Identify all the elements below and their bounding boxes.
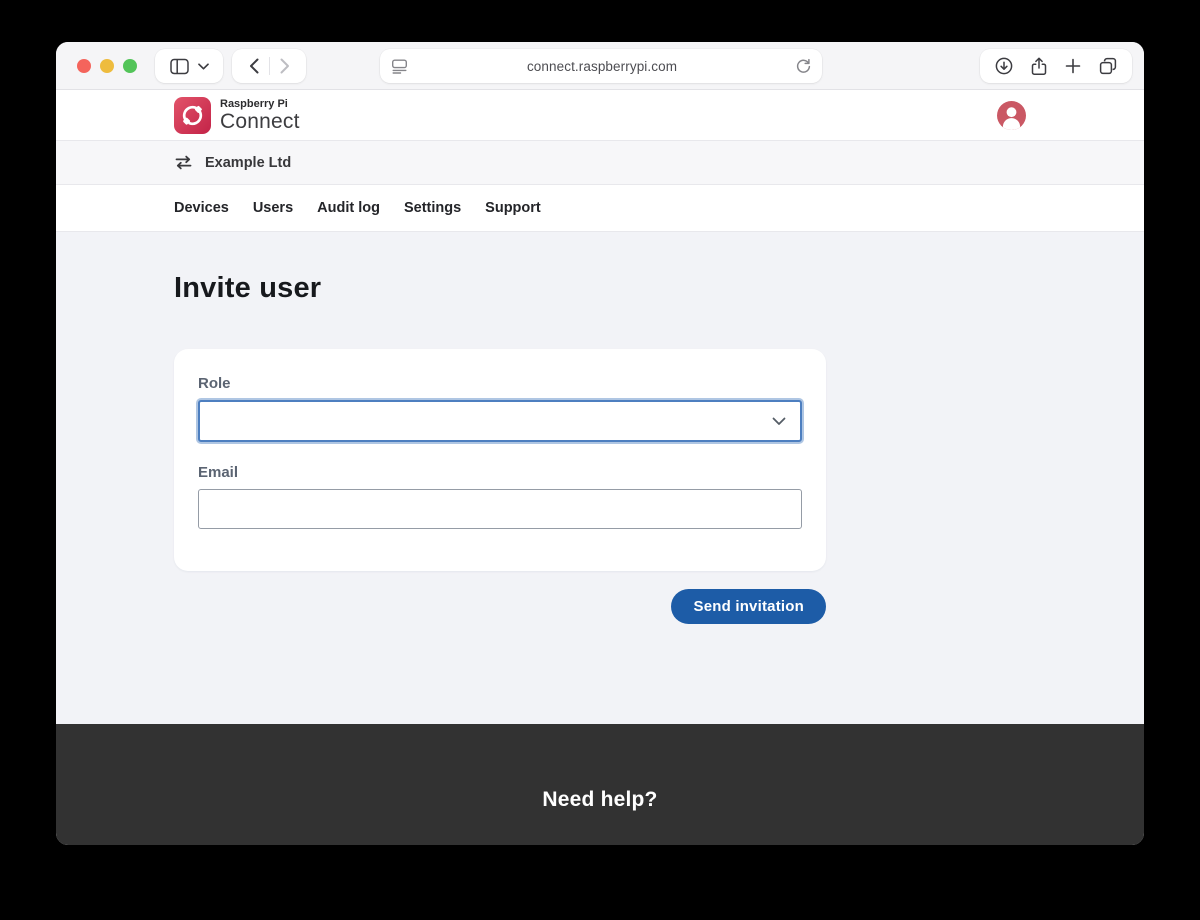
site-nav: Devices Users Audit log Settings Support — [56, 185, 1144, 232]
forward-button[interactable] — [270, 49, 300, 83]
main-content: Invite user Role Email Send i — [56, 232, 1144, 724]
nav-item-support[interactable]: Support — [485, 200, 541, 216]
user-avatar[interactable] — [997, 101, 1026, 130]
email-input[interactable] — [198, 489, 802, 529]
organisation-switcher[interactable]: Example Ltd — [174, 155, 291, 171]
minimize-window-button[interactable] — [100, 59, 114, 73]
nav-item-devices[interactable]: Devices — [174, 200, 229, 216]
zoom-window-button[interactable] — [123, 59, 137, 73]
brand-raspberry-pi: Raspberry Pi — [220, 99, 300, 110]
sidebar-icon[interactable] — [170, 58, 189, 75]
chevron-down-icon[interactable] — [198, 63, 209, 70]
back-button[interactable] — [239, 49, 269, 83]
tab-overview-icon[interactable] — [1099, 57, 1117, 75]
browser-window: connect.raspberrypi.com — [56, 42, 1144, 845]
site-footer: Need help? — [56, 724, 1144, 845]
organisation-name: Example Ltd — [205, 155, 291, 171]
organisation-bar: Example Ltd — [56, 140, 1144, 185]
nav-item-audit-log[interactable]: Audit log — [317, 200, 380, 216]
share-icon[interactable] — [1031, 57, 1047, 76]
nav-item-users[interactable]: Users — [253, 200, 293, 216]
downloads-icon[interactable] — [995, 57, 1013, 75]
toolbar-actions-group — [980, 49, 1132, 83]
address-bar[interactable]: connect.raspberrypi.com — [380, 49, 822, 83]
sidebar-toggle-group[interactable] — [155, 49, 223, 83]
email-label: Email — [198, 464, 802, 481]
send-invitation-button[interactable]: Send invitation — [671, 589, 826, 624]
nav-item-settings[interactable]: Settings — [404, 200, 461, 216]
brand-logo[interactable]: Raspberry Pi Connect — [174, 97, 300, 134]
connect-logo-icon — [174, 97, 211, 134]
brand-connect: Connect — [220, 111, 300, 132]
page-title: Invite user — [174, 272, 1026, 305]
switch-organisation-icon — [174, 155, 193, 170]
reader-view-icon[interactable] — [391, 58, 408, 75]
role-select[interactable] — [198, 400, 802, 442]
close-window-button[interactable] — [77, 59, 91, 73]
invite-user-card: Role Email — [174, 349, 826, 571]
reload-icon[interactable] — [796, 58, 811, 74]
url-text[interactable]: connect.raspberrypi.com — [408, 59, 796, 74]
select-chevron-down-icon — [772, 417, 786, 426]
site-header: Raspberry Pi Connect — [56, 90, 1144, 140]
need-help-link[interactable]: Need help? — [542, 788, 657, 812]
window-controls — [77, 59, 137, 73]
history-nav-group — [232, 49, 306, 83]
brand-text: Raspberry Pi Connect — [220, 99, 300, 132]
new-tab-icon[interactable] — [1065, 58, 1081, 74]
browser-toolbar: connect.raspberrypi.com — [56, 42, 1144, 90]
role-label: Role — [198, 375, 802, 392]
